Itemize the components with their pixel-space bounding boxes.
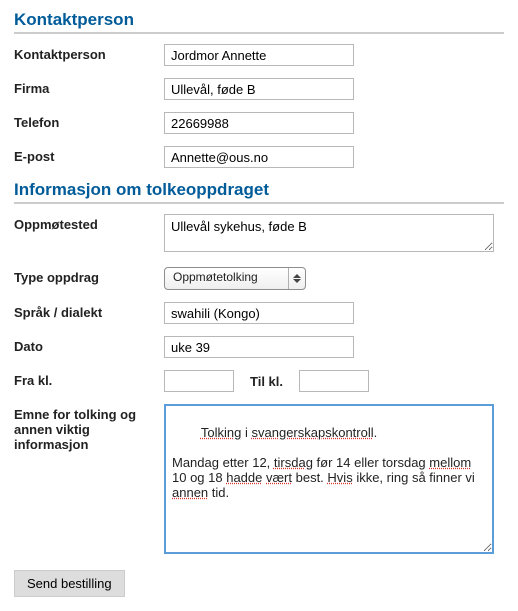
label-to-time: Til kl. bbox=[246, 374, 287, 389]
row-language: Språk / dialekt bbox=[14, 296, 504, 330]
input-language[interactable] bbox=[164, 302, 354, 324]
label-job-type: Type oppdrag bbox=[14, 267, 164, 285]
input-from-time[interactable] bbox=[164, 370, 234, 392]
select-stepper-icon bbox=[288, 268, 305, 289]
submit-button[interactable]: Send bestilling bbox=[14, 570, 125, 597]
row-job-type: Type oppdrag Oppmøtetolking bbox=[14, 261, 504, 296]
section-tolkeoppdraget-heading: Informasjon om tolkeoppdraget bbox=[14, 180, 504, 204]
label-subject: Emne for tolking og annen viktig informa… bbox=[14, 404, 164, 452]
row-email: E-post bbox=[14, 140, 504, 174]
row-subject: Emne for tolking og annen viktig informa… bbox=[14, 398, 504, 560]
input-contact-person[interactable] bbox=[164, 44, 354, 66]
input-date[interactable] bbox=[164, 336, 354, 358]
section-kontaktperson-heading: Kontaktperson bbox=[14, 10, 504, 34]
label-phone: Telefon bbox=[14, 112, 164, 130]
textarea-meeting-place[interactable] bbox=[164, 214, 494, 252]
select-job-type[interactable]: Oppmøtetolking bbox=[164, 267, 306, 290]
row-date: Dato bbox=[14, 330, 504, 364]
label-contact-person: Kontaktperson bbox=[14, 44, 164, 62]
label-meeting-place: Oppmøtested bbox=[14, 214, 164, 232]
label-email: E-post bbox=[14, 146, 164, 164]
input-phone[interactable] bbox=[164, 112, 354, 134]
row-firm: Firma bbox=[14, 72, 504, 106]
label-firm: Firma bbox=[14, 78, 164, 96]
row-contact-person: Kontaktperson bbox=[14, 38, 504, 72]
select-job-type-value: Oppmøtetolking bbox=[165, 268, 288, 289]
row-meeting-place: Oppmøtested bbox=[14, 208, 504, 261]
chevron-down-icon bbox=[293, 279, 301, 283]
input-to-time[interactable] bbox=[299, 370, 369, 392]
chevron-up-icon bbox=[293, 274, 301, 278]
input-firm[interactable] bbox=[164, 78, 354, 100]
label-from-time: Fra kl. bbox=[14, 370, 164, 388]
label-date: Dato bbox=[14, 336, 164, 354]
label-language: Språk / dialekt bbox=[14, 302, 164, 320]
input-email[interactable] bbox=[164, 146, 354, 168]
textarea-subject[interactable]: Tolking i svangerskapskontroll.Mandag et… bbox=[164, 404, 494, 554]
row-phone: Telefon bbox=[14, 106, 504, 140]
row-time: Fra kl. Til kl. bbox=[14, 364, 504, 398]
row-submit: Send bestilling bbox=[14, 560, 504, 597]
